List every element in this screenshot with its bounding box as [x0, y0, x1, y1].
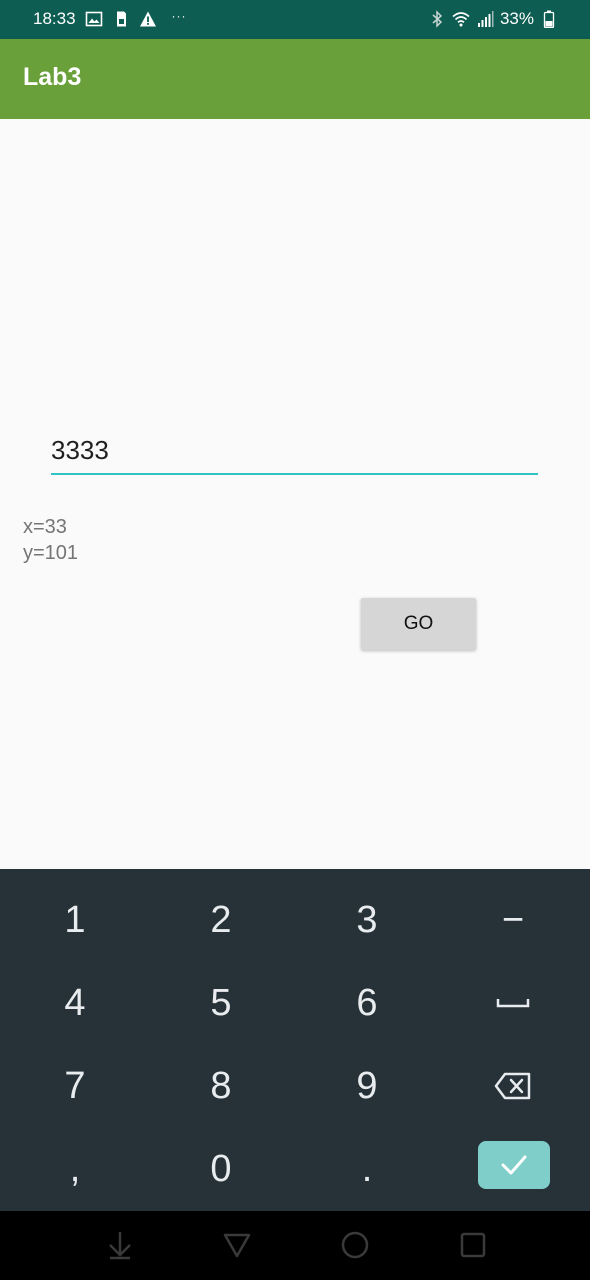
bluetooth-icon	[428, 10, 446, 28]
enter-key[interactable]	[478, 1141, 550, 1189]
backspace-icon	[494, 1072, 531, 1100]
notification-more: ···	[171, 9, 187, 23]
main-content: 3333 x=33 y=101 GO	[0, 119, 590, 869]
space-icon	[496, 999, 530, 1008]
battery-percent: 33%	[499, 9, 534, 28]
status-bar-left: 18:33 ···	[33, 9, 187, 29]
check-icon	[501, 1155, 527, 1175]
key-2[interactable]: 2	[148, 879, 294, 961]
y-value: y=101	[23, 542, 79, 564]
number-input[interactable]: 3333	[51, 431, 538, 475]
app-bar: Lab3	[0, 39, 590, 119]
wifi-icon	[452, 10, 470, 28]
key-7[interactable]: 7	[2, 1045, 148, 1127]
space-key[interactable]	[440, 962, 586, 1044]
key-8[interactable]: 8	[148, 1045, 294, 1127]
coordinates-text: x=33 y=101	[23, 514, 78, 566]
signal-icon	[476, 10, 494, 28]
status-time: 18:33	[33, 9, 76, 28]
warning-icon	[139, 10, 157, 28]
navigation-bar	[0, 1211, 590, 1280]
image-icon	[85, 10, 103, 28]
key-9[interactable]: 9	[294, 1045, 440, 1127]
backspace-key[interactable]	[440, 1045, 586, 1127]
recents-button[interactable]	[457, 1229, 489, 1261]
home-button[interactable]	[339, 1229, 371, 1261]
sim-icon	[112, 10, 130, 28]
key-0[interactable]: 0	[148, 1128, 294, 1210]
status-bar: 18:33 ··· 33%	[0, 0, 590, 39]
back-icon	[223, 1233, 251, 1258]
input-underline	[51, 473, 538, 475]
key-comma[interactable]: ,	[2, 1128, 148, 1210]
numeric-keyboard: 1 2 3 − 4 5 6 7 8 9 , 0 .	[0, 869, 590, 1211]
status-bar-right: 33%	[428, 9, 558, 29]
key-4[interactable]: 4	[2, 962, 148, 1044]
battery-icon	[540, 10, 558, 28]
key-minus[interactable]: −	[440, 879, 586, 961]
recents-icon	[460, 1232, 486, 1258]
key-period[interactable]: .	[294, 1128, 440, 1210]
x-value: x=33	[23, 516, 67, 538]
home-icon	[341, 1231, 369, 1259]
hide-keyboard-button[interactable]	[104, 1229, 136, 1261]
hide-keyboard-icon	[109, 1232, 131, 1260]
go-button[interactable]: GO	[361, 598, 476, 650]
number-input-value[interactable]: 3333	[51, 435, 109, 466]
key-5[interactable]: 5	[148, 962, 294, 1044]
key-3[interactable]: 3	[294, 879, 440, 961]
key-6[interactable]: 6	[294, 962, 440, 1044]
app-title: Lab3	[23, 63, 82, 91]
key-1[interactable]: 1	[2, 879, 148, 961]
back-button[interactable]	[221, 1229, 253, 1261]
